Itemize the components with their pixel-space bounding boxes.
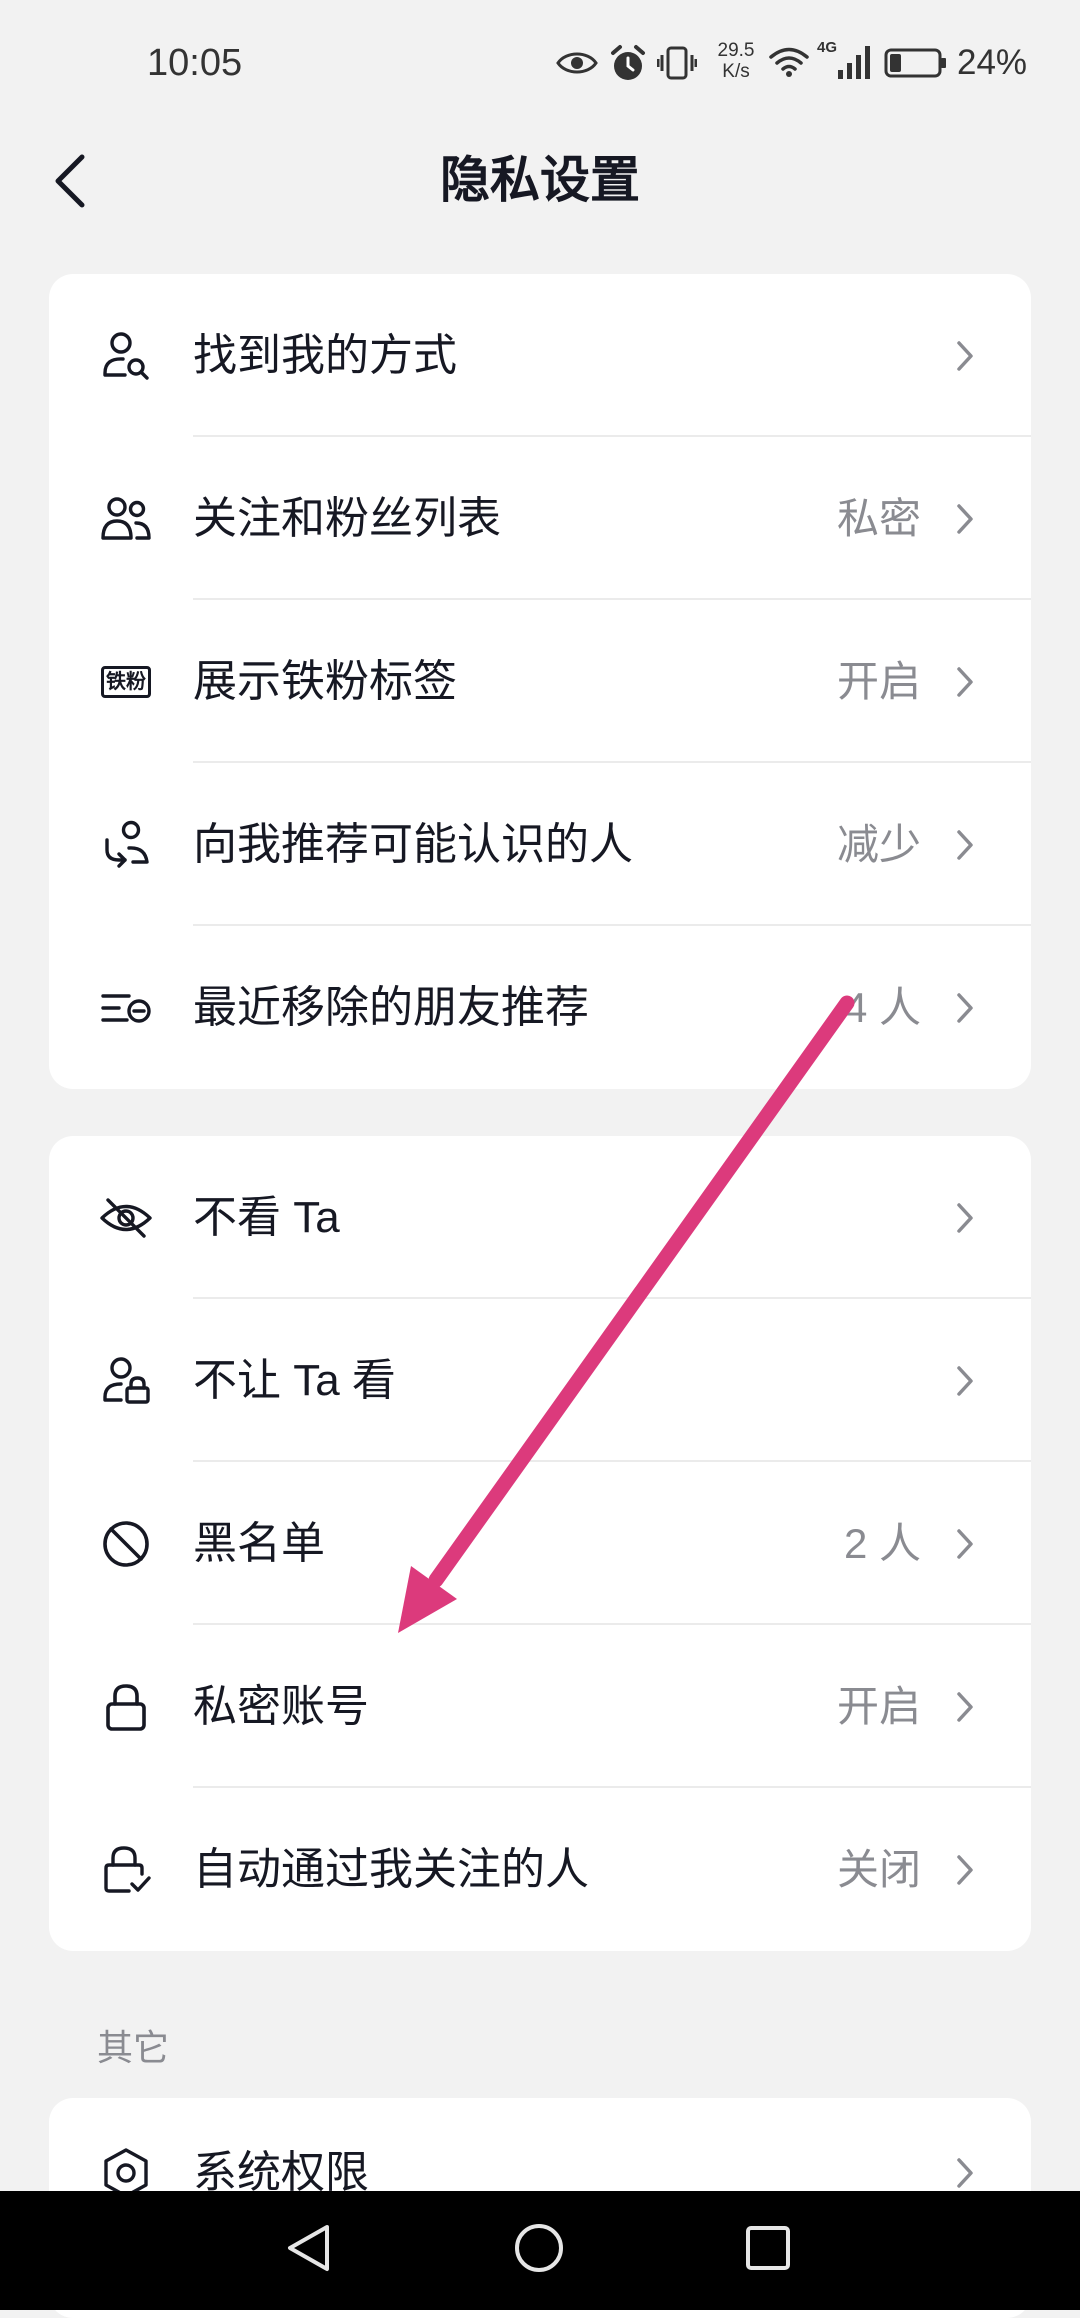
network-type: 4G bbox=[817, 39, 838, 56]
nav-recents-icon bbox=[745, 2225, 791, 2276]
section-title-other: 其它 bbox=[97, 2027, 170, 2068]
row-label: 不看 Ta bbox=[193, 1192, 340, 1242]
row-hide-their-content[interactable]: 不看 Ta bbox=[49, 1136, 1031, 1299]
row-removed-recommendations[interactable]: 最近移除的朋友推荐 4 人 bbox=[49, 926, 1031, 1089]
chevron-right-icon bbox=[956, 2156, 974, 2190]
privacy-settings-card: 找到我的方式 关注和粉丝列表 私密 铁粉 展示铁粉标签 开启 向我推荐可能认识的… bbox=[49, 274, 1031, 1089]
status-bar: 10:05 29.5 K/s 4G 24% bbox=[0, 0, 1080, 126]
row-value: 减少 bbox=[836, 820, 921, 868]
eye-icon bbox=[556, 49, 598, 82]
net-speed: 29.5 K/s bbox=[710, 40, 762, 82]
row-value: 私密 bbox=[836, 494, 921, 542]
chevron-right-icon bbox=[956, 1364, 974, 1398]
row-label: 私密账号 bbox=[193, 1681, 369, 1731]
row-value: 4 人 bbox=[843, 983, 921, 1031]
chevron-right-icon bbox=[956, 339, 974, 373]
page-title: 隐私设置 bbox=[440, 152, 640, 208]
lock-icon bbox=[99, 1680, 153, 1734]
net-speed-unit: K/s bbox=[722, 61, 750, 82]
system-nav-bar bbox=[0, 2191, 1080, 2310]
row-label: 向我推荐可能认识的人 bbox=[193, 819, 633, 869]
nav-recents-button[interactable] bbox=[708, 2191, 828, 2310]
row-recommend-people[interactable]: 向我推荐可能认识的人 减少 bbox=[49, 763, 1031, 926]
row-value: 开启 bbox=[836, 657, 921, 705]
visibility-settings-card: 不看 Ta 不让 Ta 看 黑名单 2 人 私密账号 开启 自动通过我关注的人 bbox=[49, 1136, 1031, 1951]
alarm-icon bbox=[610, 44, 646, 87]
battery-percentage: 24% bbox=[957, 43, 1028, 82]
row-label: 自动通过我关注的人 bbox=[193, 1844, 589, 1894]
row-label: 关注和粉丝列表 bbox=[193, 493, 501, 543]
nav-back-icon bbox=[284, 2222, 332, 2279]
person-search-icon bbox=[99, 329, 153, 383]
wifi-icon bbox=[768, 46, 810, 83]
row-hide-my-content[interactable]: 不让 Ta 看 bbox=[49, 1299, 1031, 1462]
row-show-fan-badge[interactable]: 铁粉 展示铁粉标签 开启 bbox=[49, 600, 1031, 763]
removed-list-icon bbox=[99, 981, 153, 1035]
battery-icon bbox=[884, 47, 948, 84]
person-recommend-icon bbox=[99, 818, 153, 872]
signal-icon bbox=[836, 44, 874, 85]
row-value: 2 人 bbox=[843, 1519, 921, 1567]
nav-home-icon bbox=[513, 2222, 565, 2279]
chevron-right-icon bbox=[956, 1201, 974, 1235]
chevron-right-icon bbox=[956, 665, 974, 699]
person-lock-icon bbox=[99, 1354, 153, 1408]
chevron-right-icon bbox=[956, 1527, 974, 1561]
row-find-me[interactable]: 找到我的方式 bbox=[49, 274, 1031, 437]
lock-check-icon bbox=[99, 1843, 153, 1897]
row-value: 关闭 bbox=[836, 1845, 921, 1893]
vibrate-icon bbox=[656, 45, 698, 86]
row-following-fans-list[interactable]: 关注和粉丝列表 私密 bbox=[49, 437, 1031, 600]
row-blacklist[interactable]: 黑名单 2 人 bbox=[49, 1462, 1031, 1625]
chevron-right-icon bbox=[956, 828, 974, 862]
nav-back-button[interactable] bbox=[248, 2191, 368, 2310]
net-speed-value: 29.5 bbox=[717, 40, 755, 61]
chevron-right-icon bbox=[956, 1853, 974, 1887]
eye-slash-icon bbox=[99, 1191, 153, 1245]
row-private-account[interactable]: 私密账号 开启 bbox=[49, 1625, 1031, 1788]
fan-badge-icon: 铁粉 bbox=[99, 655, 153, 709]
chevron-right-icon bbox=[956, 991, 974, 1025]
nav-home-button[interactable] bbox=[479, 2191, 599, 2310]
row-label: 展示铁粉标签 bbox=[193, 656, 457, 706]
people-icon bbox=[99, 492, 153, 546]
row-label: 黑名单 bbox=[193, 1518, 325, 1568]
row-label: 不让 Ta 看 bbox=[193, 1355, 396, 1405]
row-label: 找到我的方式 bbox=[193, 330, 457, 380]
chevron-right-icon bbox=[956, 1690, 974, 1724]
chevron-right-icon bbox=[956, 502, 974, 536]
row-auto-approve-following[interactable]: 自动通过我关注的人 关闭 bbox=[49, 1788, 1031, 1951]
status-time: 10:05 bbox=[147, 42, 243, 84]
row-label: 最近移除的朋友推荐 bbox=[193, 982, 589, 1032]
block-icon bbox=[99, 1517, 153, 1571]
row-value: 开启 bbox=[836, 1682, 921, 1730]
fan-badge-text: 铁粉 bbox=[101, 665, 151, 698]
